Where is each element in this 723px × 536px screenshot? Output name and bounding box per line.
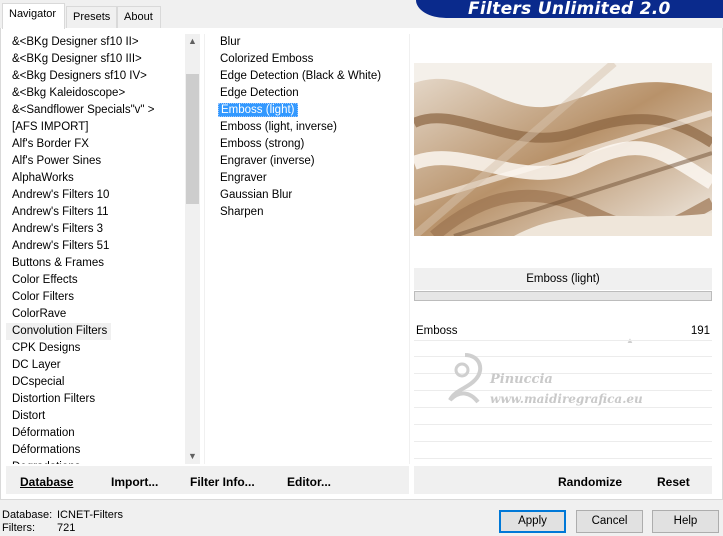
scroll-up-icon[interactable]: ▲ xyxy=(185,34,200,49)
randomize-label: Randomize xyxy=(558,475,623,489)
tab-about-label: About xyxy=(124,11,153,23)
editor-label: Editor... xyxy=(287,475,332,489)
watermark-name: Pinuccia xyxy=(490,372,553,387)
category-item[interactable]: Distort xyxy=(6,408,184,425)
category-item[interactable]: &<Sandflower Specials"v" > xyxy=(6,102,184,119)
control-label: Emboss xyxy=(416,325,458,337)
cancel-button[interactable]: Cancel xyxy=(576,510,643,533)
filter-item[interactable]: Emboss (strong) xyxy=(214,136,404,153)
divider xyxy=(204,34,205,464)
category-item[interactable]: &<Bkg Designers sf10 IV> xyxy=(6,68,184,85)
category-item[interactable]: DCspecial xyxy=(6,374,184,391)
database-button[interactable]: Database xyxy=(20,475,73,489)
control-slot xyxy=(414,441,712,442)
category-item[interactable]: &<BKg Designer sf10 II> xyxy=(6,34,184,51)
category-item[interactable]: Andrew's Filters 11 xyxy=(6,204,184,221)
filter-list[interactable]: Blur Colorized Emboss Edge Detection (Blac… xyxy=(214,34,404,464)
filter-item[interactable]: Emboss (light) xyxy=(214,102,404,119)
tab-navigator-label: Navigator xyxy=(9,8,57,20)
category-item[interactable]: Andrew's Filters 10 xyxy=(6,187,184,204)
category-item[interactable]: Déformations xyxy=(6,442,184,459)
category-scrollbar[interactable]: ▲ ▼ xyxy=(185,34,200,464)
filter-item[interactable]: Edge Detection xyxy=(214,85,404,102)
category-item[interactable]: DC Layer xyxy=(6,357,184,374)
apply-button[interactable]: Apply xyxy=(499,510,566,533)
control-slot xyxy=(414,458,712,459)
editor-button[interactable]: Editor... xyxy=(287,475,331,489)
category-list[interactable]: &<BKg Designer sf10 II> &<BKg Designer sf… xyxy=(6,34,184,464)
status-filters-value: 721 xyxy=(57,522,76,534)
scroll-down-icon[interactable]: ▼ xyxy=(185,449,200,464)
filter-info-button[interactable]: Filter Info... xyxy=(190,475,255,489)
category-item[interactable]: AlphaWorks xyxy=(6,170,184,187)
watermark-url: www.maidiregrafica.eu xyxy=(490,392,643,406)
import-label: Import... xyxy=(111,475,159,489)
category-item[interactable]: &<Bkg Kaleidoscope> xyxy=(6,85,184,102)
tab-presets[interactable]: Presets xyxy=(66,6,117,28)
filter-item[interactable]: Engraver (inverse) xyxy=(214,153,404,170)
category-item[interactable]: Color Filters xyxy=(6,289,184,306)
status-filters: Filters: 721 xyxy=(2,522,75,534)
filter-item[interactable]: Emboss (light, inverse) xyxy=(214,119,404,136)
progress-bar xyxy=(414,291,712,301)
slider-thumb-icon[interactable]: ▲ xyxy=(626,332,634,350)
filter-item[interactable]: Colorized Emboss xyxy=(214,51,404,68)
help-button[interactable]: Help xyxy=(652,510,719,533)
control-slot xyxy=(414,424,712,425)
filter-item[interactable]: Sharpen xyxy=(214,204,404,221)
randomize-button[interactable]: Randomize xyxy=(558,475,622,489)
category-item[interactable]: Buttons & Frames xyxy=(6,255,184,272)
right-toolbar: Randomize Reset xyxy=(414,466,712,494)
category-item[interactable]: ColorRave xyxy=(6,306,184,323)
emboss-control-row[interactable]: Emboss 191 ▲ xyxy=(414,322,712,345)
selected-filter-name: Emboss (light) xyxy=(414,268,712,290)
status-database-label: Database: xyxy=(2,509,53,521)
status-database: Database: ICNET-Filters xyxy=(2,509,123,521)
category-item[interactable]: Déformation xyxy=(6,425,184,442)
watermark: Pinuccia www.maidiregrafica.eu xyxy=(440,350,680,420)
category-item[interactable]: Color Effects xyxy=(6,272,184,289)
category-item[interactable]: Convolution Filters xyxy=(6,323,112,340)
status-database-value: ICNET-Filters xyxy=(57,509,123,521)
preview-image xyxy=(414,63,712,236)
category-item[interactable]: Andrew's Filters 51 xyxy=(6,238,184,255)
category-item[interactable]: Alf's Border FX xyxy=(6,136,184,153)
control-slot xyxy=(414,340,712,341)
category-item[interactable]: &<BKg Designer sf10 III> xyxy=(6,51,184,68)
import-button[interactable]: Import... xyxy=(111,475,158,489)
reset-label: Reset xyxy=(657,475,690,489)
category-item[interactable]: Andrew's Filters 3 xyxy=(6,221,184,238)
category-item[interactable]: CPK Designs xyxy=(6,340,184,357)
left-toolbar: Database Import... Filter Info... Editor… xyxy=(6,466,409,494)
filter-item[interactable]: Gaussian Blur xyxy=(214,187,404,204)
control-value: 191 xyxy=(690,325,710,337)
category-item[interactable]: Alf's Power Sines xyxy=(6,153,184,170)
filter-item[interactable]: Edge Detection (Black & White) xyxy=(214,68,404,85)
category-item[interactable]: Degradations xyxy=(6,459,184,464)
app-banner: Filters Unlimited 2.0 xyxy=(416,0,723,18)
app-title: Filters Unlimited 2.0 xyxy=(468,0,671,18)
divider xyxy=(409,34,410,464)
database-label: Database xyxy=(20,475,74,489)
category-item[interactable]: Distortion Filters xyxy=(6,391,184,408)
watermark-logo-icon xyxy=(448,353,483,404)
tab-navigator-active[interactable]: Navigator xyxy=(2,3,65,29)
reset-button[interactable]: Reset xyxy=(657,475,690,489)
tab-presets-label: Presets xyxy=(73,11,111,23)
status-filters-label: Filters: xyxy=(2,522,35,534)
category-item[interactable]: [AFS IMPORT] xyxy=(6,119,184,136)
scroll-thumb[interactable] xyxy=(186,74,199,204)
filter-item[interactable]: Engraver xyxy=(214,170,404,187)
filter-item-label: Emboss (light) xyxy=(218,103,298,117)
filter-info-label: Filter Info... xyxy=(190,475,255,489)
tab-about[interactable]: About xyxy=(117,6,161,28)
filter-item[interactable]: Blur xyxy=(214,34,404,51)
